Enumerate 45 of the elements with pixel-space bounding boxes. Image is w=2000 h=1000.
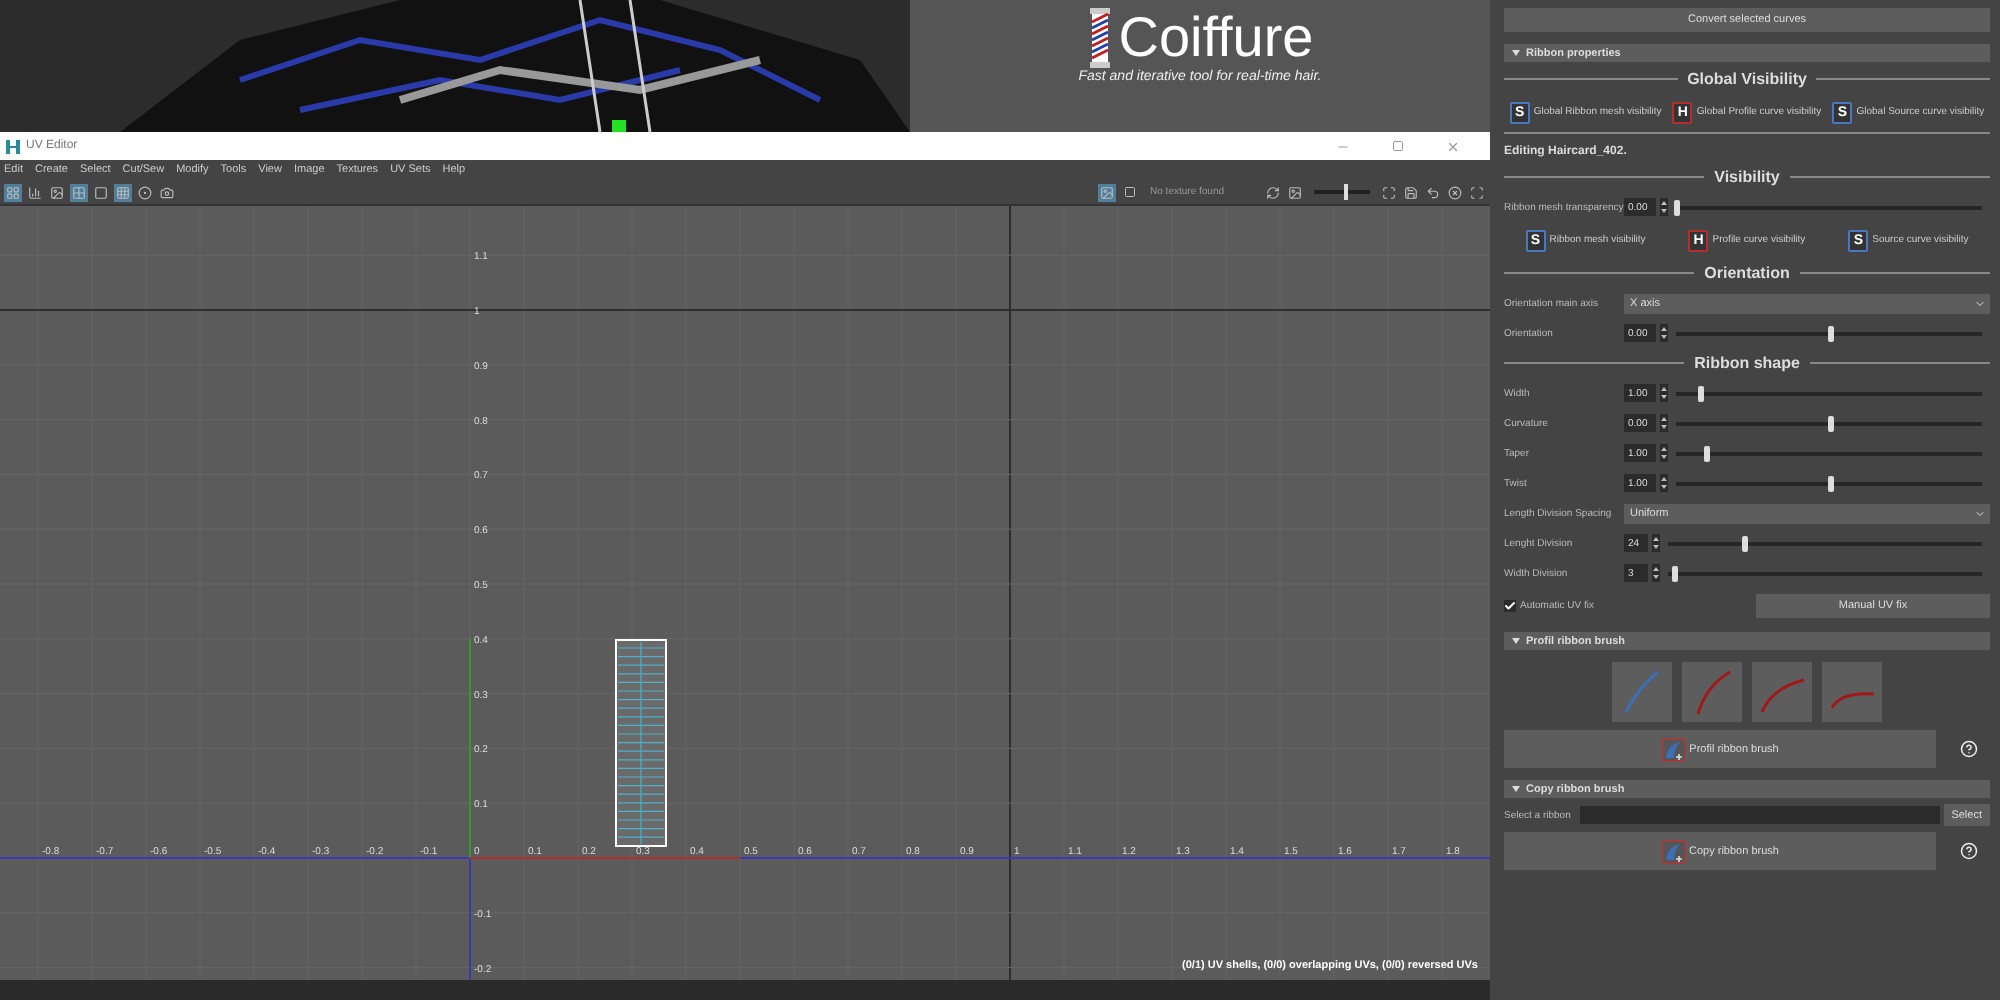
maximize-icon-button[interactable] bbox=[1380, 183, 1398, 201]
slider-thumb[interactable] bbox=[1827, 415, 1833, 431]
scan-button[interactable] bbox=[1468, 183, 1486, 201]
group-title: Global Visibility bbox=[1687, 70, 1807, 88]
group-title: Ribbon shape bbox=[1694, 354, 1800, 372]
brush-icon bbox=[1661, 737, 1686, 761]
maximize-icon bbox=[1392, 140, 1404, 152]
grid-button[interactable] bbox=[4, 183, 22, 201]
manipulator-handle-icon[interactable] bbox=[612, 120, 626, 132]
slider-thumb[interactable] bbox=[1827, 325, 1833, 341]
close-icon bbox=[1446, 139, 1460, 153]
slider-thumb[interactable] bbox=[1674, 199, 1680, 215]
uv-shell-drawing[interactable] bbox=[615, 639, 667, 847]
image-button[interactable] bbox=[1286, 183, 1304, 201]
texture-button[interactable] bbox=[1098, 183, 1117, 201]
app-icon bbox=[6, 139, 20, 153]
refresh-button[interactable] bbox=[1264, 183, 1282, 201]
slider-thumb[interactable] bbox=[1698, 385, 1705, 401]
help-icon[interactable] bbox=[1960, 740, 1978, 758]
square-button[interactable] bbox=[92, 183, 110, 201]
camera-button[interactable] bbox=[158, 183, 176, 201]
square-button[interactable] bbox=[1120, 183, 1139, 201]
logo-text: Coiffure bbox=[1118, 6, 1314, 69]
help-icon[interactable] bbox=[1960, 842, 1978, 860]
barber-pole-icon bbox=[1086, 6, 1115, 70]
undo-button[interactable] bbox=[1424, 183, 1442, 201]
chevron-down-icon bbox=[1974, 297, 1986, 309]
bar-chart-button[interactable] bbox=[26, 183, 44, 201]
save-button[interactable] bbox=[1402, 183, 1420, 201]
clear-button[interactable] bbox=[1446, 183, 1464, 201]
group-title: Orientation bbox=[1704, 264, 1790, 282]
group-title: Visibility bbox=[1714, 168, 1780, 186]
slider-thumb[interactable] bbox=[1704, 445, 1711, 461]
ribbon-input-field[interactable] bbox=[1580, 806, 1940, 824]
slider-thumb[interactable] bbox=[1672, 565, 1679, 581]
grid-button[interactable] bbox=[114, 183, 132, 201]
slider-thumb[interactable] bbox=[1827, 475, 1833, 491]
dot-circle-button[interactable] bbox=[136, 183, 154, 201]
chevron-down-icon bbox=[1974, 507, 1986, 519]
image-button[interactable] bbox=[48, 183, 66, 201]
checkbox[interactable] bbox=[1504, 599, 1516, 611]
slider-thumb[interactable] bbox=[1741, 535, 1748, 551]
brush-icon bbox=[1661, 839, 1686, 863]
slider-thumb[interactable] bbox=[1344, 184, 1349, 200]
grid-button[interactable] bbox=[70, 183, 88, 201]
